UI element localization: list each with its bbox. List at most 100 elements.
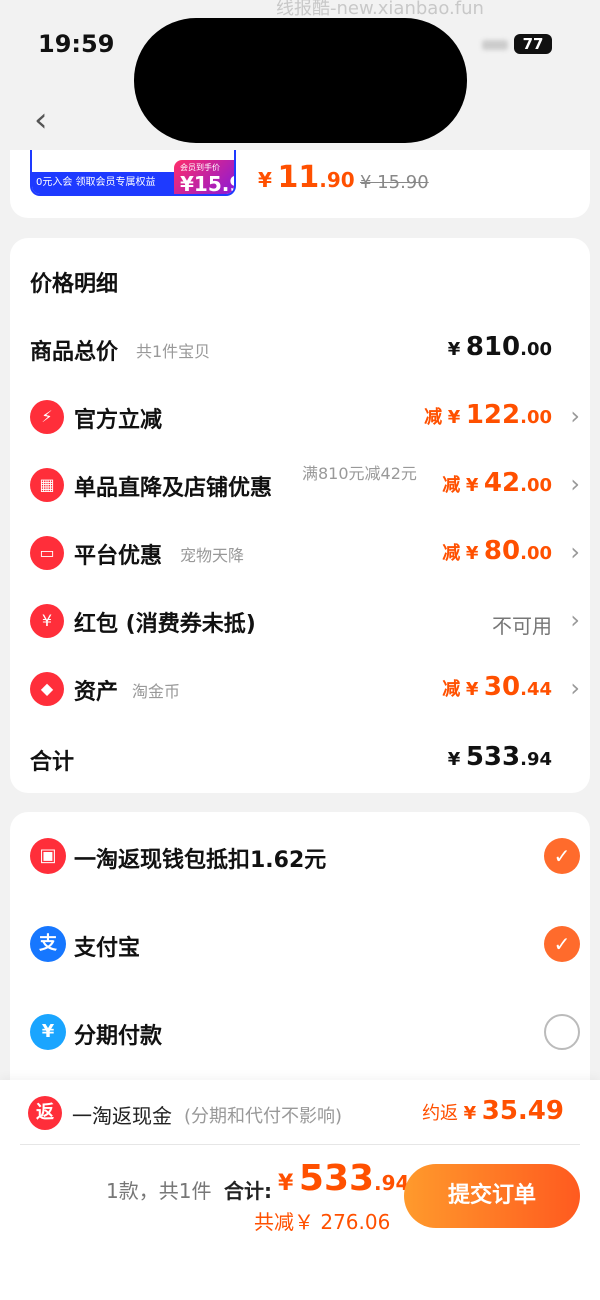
amount-dec: .00: [520, 475, 552, 496]
member-price-value: ¥15.9: [180, 172, 234, 196]
payment-option-cashback-wallet[interactable]: ▣ 一淘返现钱包抵扣1.62元 ✓: [30, 838, 580, 878]
checkbox-unchecked[interactable]: [544, 1014, 580, 1050]
amount-int: 122: [465, 400, 521, 430]
row-label: 商品总价: [30, 340, 119, 365]
chevron-right-icon: ›: [570, 606, 580, 634]
divider: [20, 1144, 580, 1145]
checkbox-checked[interactable]: ✓: [544, 838, 580, 874]
row-assets[interactable]: ◆ 资产 淘金币 减 ¥ 30.44 ›: [30, 668, 580, 708]
row-label: 单品直降及店铺优惠: [74, 476, 273, 501]
red-envelope-icon: ¥: [30, 604, 64, 638]
payment-option-alipay[interactable]: 支 支付宝 ✓: [30, 926, 580, 966]
watermark-text: 线报酷-new.xianbao.fun: [276, 0, 484, 19]
row-amount: 减 ¥ 122.00: [424, 400, 552, 430]
product-price: ¥ 11.90: [258, 160, 355, 195]
row-sub: 共1件宝贝: [136, 342, 211, 361]
payment-option-installment[interactable]: ¥ 分期付款: [30, 1014, 580, 1054]
total-amount: ¥ 533.94: [278, 1158, 409, 1199]
amount-currency: ¥: [447, 749, 461, 770]
price-detail-card: 价格明细 商品总价 共1件宝贝 ¥ 810.00 ⚡ 官方立减 减 ¥ 122.…: [10, 238, 590, 793]
chevron-right-icon: ›: [570, 402, 580, 430]
battery-icon: 77: [514, 34, 552, 54]
row-total: 合计 ¥ 533.94: [30, 738, 580, 778]
row-sub: 宠物天降: [180, 546, 245, 565]
row-amount: ¥ 810.00: [448, 332, 552, 362]
total-savings: 共减￥ 276.06: [254, 1210, 391, 1234]
chevron-right-icon: ›: [570, 538, 580, 566]
wallet-icon: ▣: [30, 838, 66, 874]
row-label: 资产: [74, 680, 119, 705]
amount-int: 30: [483, 672, 521, 702]
row-official-discount[interactable]: ⚡ 官方立减 减 ¥ 122.00 ›: [30, 396, 580, 436]
amount-minus: 减: [442, 475, 461, 496]
dynamic-island: [134, 18, 467, 143]
row-sub: 淘金币: [132, 682, 181, 701]
amount-currency: ¥: [447, 339, 461, 360]
row-red-envelope[interactable]: ¥ 红包 (消费券未抵) 不可用 ›: [30, 600, 580, 640]
row-label: 平台优惠: [74, 544, 163, 569]
row-store-discount[interactable]: ▦ 单品直降及店铺优惠 满810元减42元 减 ¥ 42.00 ›: [30, 464, 580, 504]
payment-option-label: 支付宝: [74, 936, 141, 961]
amount-dec: .44: [520, 679, 552, 700]
payment-option-label: 分期付款: [74, 1024, 163, 1049]
member-price-badge: 会员到手价 ¥15.9: [174, 160, 234, 194]
back-chevron-icon[interactable]: ‹: [34, 100, 48, 140]
ticket-icon: ▭: [30, 536, 64, 570]
cashback-currency: ¥: [463, 1103, 477, 1124]
row-platform-discount[interactable]: ▭ 平台优惠 宠物天降 减 ¥ 80.00 ›: [30, 532, 580, 572]
product-image: 0元入会 领取会员专属权益 会员到手价 ¥15.9: [30, 150, 236, 196]
product-card: 0元入会 领取会员专属权益 会员到手价 ¥15.9 ¥ 11.90 ¥ 15.9…: [10, 150, 590, 218]
amount-dec: .00: [520, 339, 552, 360]
tag-icon: ◆: [30, 672, 64, 706]
payment-card: ▣ 一淘返现钱包抵扣1.62元 ✓ 支 支付宝 ✓ ¥ 分期付款: [10, 812, 590, 1102]
row-amount: ¥ 533.94: [448, 742, 552, 772]
payment-option-label: 一淘返现钱包抵扣1.62元: [74, 848, 327, 873]
chevron-right-icon: ›: [570, 470, 580, 498]
amount-minus: 减: [442, 679, 461, 700]
amount-int: 810: [465, 332, 521, 362]
amount-dec: .00: [520, 407, 552, 428]
amount-currency: ¥: [447, 407, 461, 428]
alipay-icon: 支: [30, 926, 66, 962]
amount-int: 42: [483, 468, 521, 498]
amount-currency: ¥: [465, 679, 479, 700]
price-dec: .90: [319, 168, 355, 192]
price-int: 11: [277, 160, 320, 195]
submit-order-button[interactable]: 提交订单: [404, 1164, 580, 1228]
installment-icon: ¥: [30, 1014, 66, 1050]
amount-int: 533: [465, 742, 521, 772]
amount-minus: 减: [424, 407, 443, 428]
checkbox-checked[interactable]: ✓: [544, 926, 580, 962]
total-int: 533: [298, 1158, 375, 1199]
cashback-amount: 约返 ¥ 35.49: [422, 1096, 564, 1126]
total-currency: ¥: [278, 1171, 294, 1196]
row-label: 合计: [30, 750, 75, 775]
item-count: 1款，共1件: [106, 1179, 212, 1203]
checkout-bar: 返 一淘返现金 (分期和代付不影响) 约返 ¥ 35.49 1款，共1件 合计:…: [0, 1080, 600, 1300]
amount-minus: 减: [442, 543, 461, 564]
row-amount: 减 ¥ 42.00: [442, 468, 552, 498]
row-sub: 满810元减42元: [302, 464, 417, 483]
member-banner: 0元入会 领取会员专属权益: [32, 172, 182, 194]
row-amount: 减 ¥ 30.44: [442, 672, 552, 702]
price-currency: ¥: [258, 168, 272, 192]
amount-dec: .00: [520, 543, 552, 564]
cashback-icon: 返: [28, 1096, 62, 1130]
signal-icon: [482, 40, 508, 50]
cashback-prefix: 约返: [422, 1103, 459, 1124]
row-goods-total: 商品总价 共1件宝贝 ¥ 810.00: [30, 328, 580, 368]
amount-currency: ¥: [465, 543, 479, 564]
chevron-right-icon: ›: [570, 674, 580, 702]
row-status: 不可用: [492, 614, 552, 638]
cashback-value: 35.49: [481, 1096, 564, 1126]
price-detail-title: 价格明细: [30, 272, 119, 297]
lightning-icon: ⚡: [30, 400, 64, 434]
cashback-row: 返 一淘返现金 (分期和代付不影响) 约返 ¥ 35.49: [28, 1096, 578, 1132]
cashback-note: (分期和代付不影响): [184, 1106, 343, 1127]
original-price: ¥ 15.90: [360, 172, 429, 193]
row-label: 官方立减: [74, 408, 163, 433]
amount-dec: .94: [520, 749, 552, 770]
status-time: 19:59: [38, 30, 115, 58]
shop-icon: ▦: [30, 468, 64, 502]
total-label: 合计:: [224, 1179, 272, 1203]
